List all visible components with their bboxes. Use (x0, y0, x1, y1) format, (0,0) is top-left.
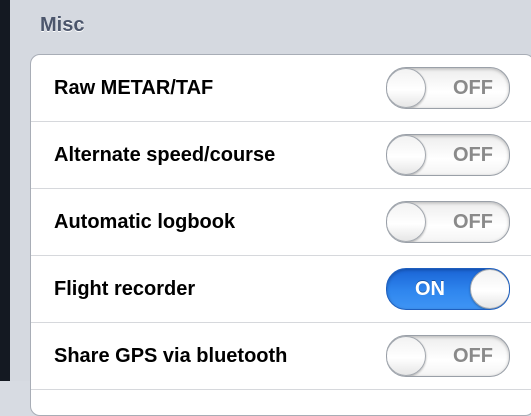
automatic-logbook-switch[interactable]: OFF (386, 201, 510, 243)
share-gps-bluetooth-switch[interactable]: OFF (386, 335, 510, 377)
switch-state-text: ON (415, 278, 445, 300)
setting-row-raw-metar-taf: Raw METAR/TAF OFF (31, 55, 531, 122)
setting-label: Share GPS via bluetooth (54, 344, 288, 367)
switch-knob (387, 135, 426, 175)
switch-state-text: OFF (453, 77, 493, 99)
flight-recorder-switch[interactable]: ON (386, 268, 510, 310)
setting-row-share-gps-bluetooth: Share GPS via bluetooth OFF (31, 323, 531, 390)
alternate-speed-course-switch[interactable]: OFF (386, 134, 510, 176)
settings-group: Raw METAR/TAF OFF Alternate speed/course… (30, 54, 531, 416)
raw-metar-taf-switch[interactable]: OFF (386, 67, 510, 109)
setting-row-alternate-speed-course: Alternate speed/course OFF (31, 122, 531, 189)
switch-knob (387, 68, 426, 108)
switch-state-text: OFF (453, 345, 493, 367)
setting-label: Alternate speed/course (54, 143, 276, 166)
settings-screen: Misc Raw METAR/TAF OFF Alternate speed/c… (10, 0, 531, 416)
switch-knob (387, 336, 426, 376)
left-panel-edge (0, 0, 10, 381)
setting-row-flight-recorder: Flight recorder ON (31, 256, 531, 323)
section-header-misc: Misc (40, 14, 85, 36)
setting-label: Flight recorder (54, 277, 196, 300)
switch-state-text: OFF (453, 211, 493, 233)
switch-state-text: OFF (453, 144, 493, 166)
setting-row-automatic-logbook: Automatic logbook OFF (31, 189, 531, 256)
setting-label: Raw METAR/TAF (54, 76, 214, 99)
setting-label: Automatic logbook (54, 210, 236, 233)
switch-knob (470, 269, 509, 309)
switch-knob (387, 202, 426, 242)
